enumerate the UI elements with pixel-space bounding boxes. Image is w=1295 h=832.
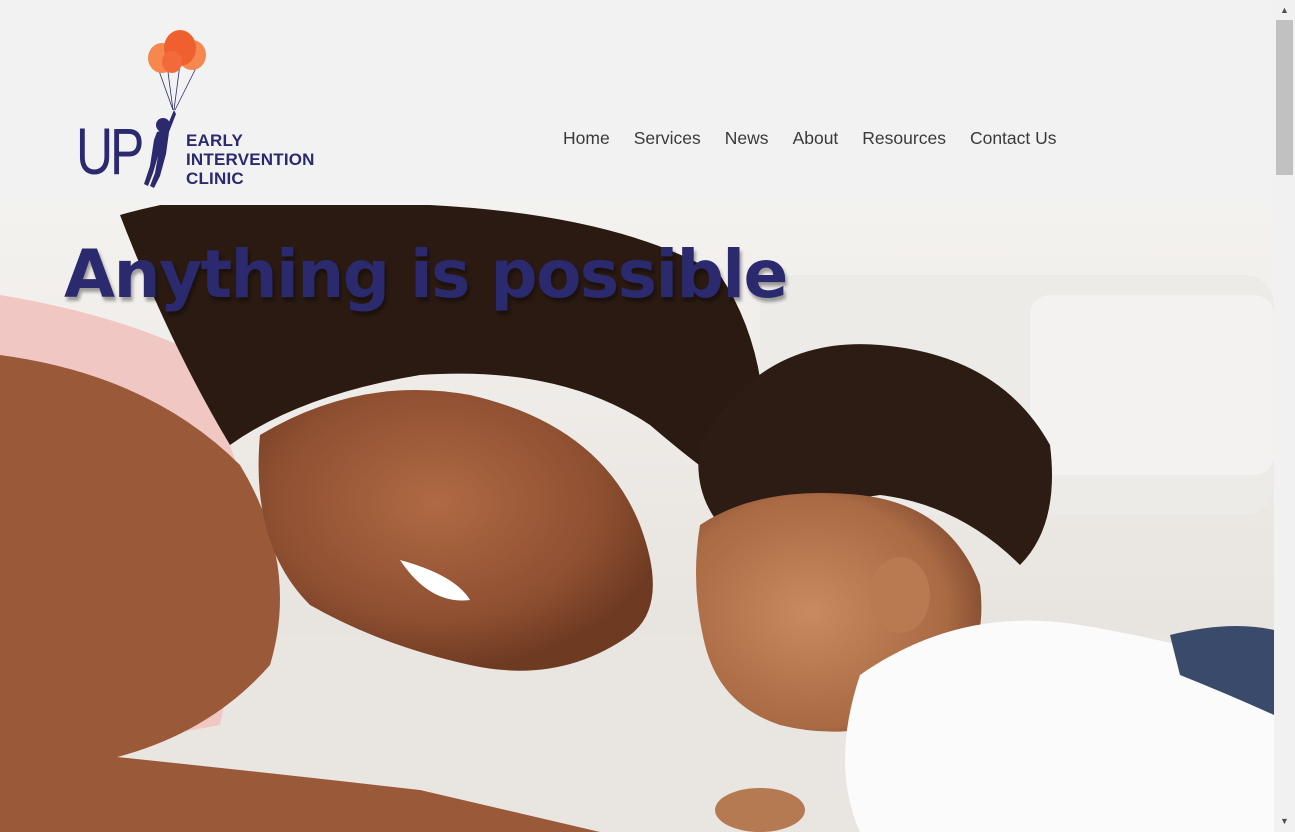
hero-section: Anything is possible — [0, 205, 1274, 832]
nav-contact-us[interactable]: Contact Us — [970, 127, 1057, 149]
logo-line-2: INTERVENTION — [186, 150, 315, 169]
logo-line-1: EARLY — [186, 131, 244, 150]
nav-resources[interactable]: Resources — [862, 127, 946, 149]
arrow-up-icon[interactable]: ▲ — [1274, 2, 1295, 19]
nav-home[interactable]: Home — [563, 127, 610, 149]
page: UP EARLY INTERVENTION CLINIC Home Servic… — [0, 0, 1295, 832]
nav-services[interactable]: Services — [634, 127, 701, 149]
logo-text: EARLY INTERVENTION CLINIC — [186, 131, 315, 188]
nav-about[interactable]: About — [793, 127, 839, 149]
arrow-down-icon[interactable]: ▼ — [1274, 813, 1295, 830]
hero-title: Anything is possible — [64, 236, 788, 313]
logo[interactable]: UP EARLY INTERVENTION CLINIC — [76, 28, 326, 192]
site-header: UP EARLY INTERVENTION CLINIC Home Servic… — [0, 0, 1274, 205]
scrollbar-thumb[interactable] — [1276, 20, 1293, 175]
logo-line-3: CLINIC — [186, 169, 244, 188]
main-nav: Home Services News About Resources Conta… — [563, 127, 1081, 149]
nav-news[interactable]: News — [725, 127, 769, 149]
vertical-scrollbar[interactable]: ▲ ▼ — [1274, 0, 1295, 832]
logo-mark: UP — [76, 114, 144, 188]
